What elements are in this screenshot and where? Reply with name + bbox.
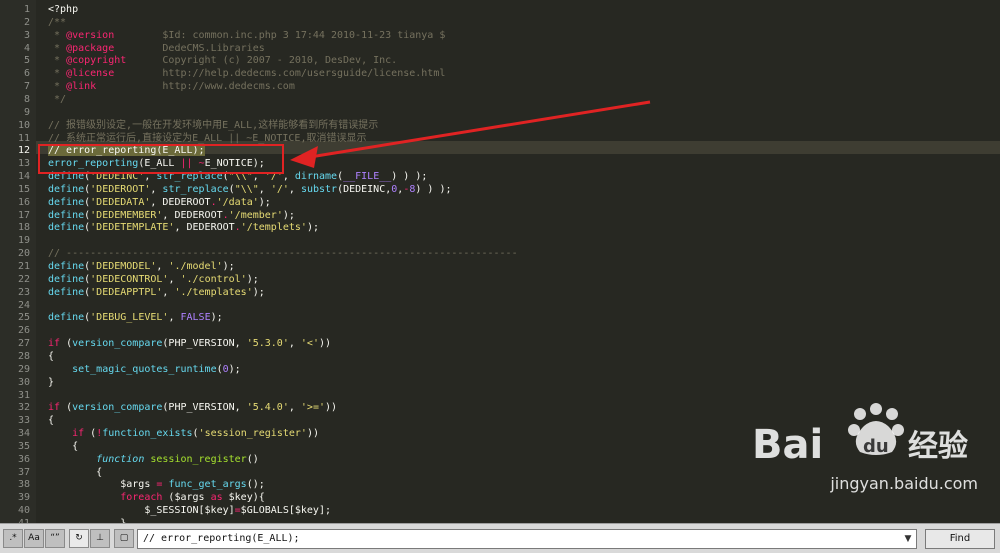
watermark-brand: Bai <box>752 422 823 468</box>
find-panel: .* Aa “” ↻ ⊥ ▢ // error_reporting(E_ALL)… <box>0 523 1000 553</box>
arrow-head <box>290 146 318 168</box>
highlight-matches-toggle-button[interactable]: ▢ <box>114 529 134 548</box>
find-input[interactable]: // error_reporting(E_ALL); <box>137 529 917 549</box>
baidu-logo-watermark: Bai du 经验 <box>752 403 968 468</box>
in-selection-toggle-button[interactable]: ⊥ <box>90 529 110 548</box>
watermark-url: jingyan.baidu.com <box>830 474 978 493</box>
annotation-box <box>38 144 284 174</box>
in-selection-icon: ⊥ <box>96 533 104 543</box>
watermark-brand-du: du <box>863 436 889 457</box>
find-button[interactable]: Find <box>925 529 995 549</box>
wrap-icon: ↻ <box>75 533 83 543</box>
code-editor[interactable]: 1 2 3 4 5 6 7 8 9 10 11 12 13 14 15 16 17 18 19 20 21 22 23 24 2… <box>0 0 1000 523</box>
regex-toggle-button[interactable]: .* <box>3 529 23 548</box>
case-sensitive-toggle-button[interactable]: Aa <box>24 529 44 548</box>
wrap-toggle-button[interactable]: ↻ <box>69 529 89 548</box>
whole-word-toggle-button[interactable]: “” <box>45 529 65 548</box>
watermark-brand-jingyan: 经验 <box>908 429 968 464</box>
chevron-down-icon[interactable]: ▼ <box>901 532 915 546</box>
arrow-shaft <box>309 100 651 159</box>
highlight-matches-icon: ▢ <box>119 533 129 543</box>
